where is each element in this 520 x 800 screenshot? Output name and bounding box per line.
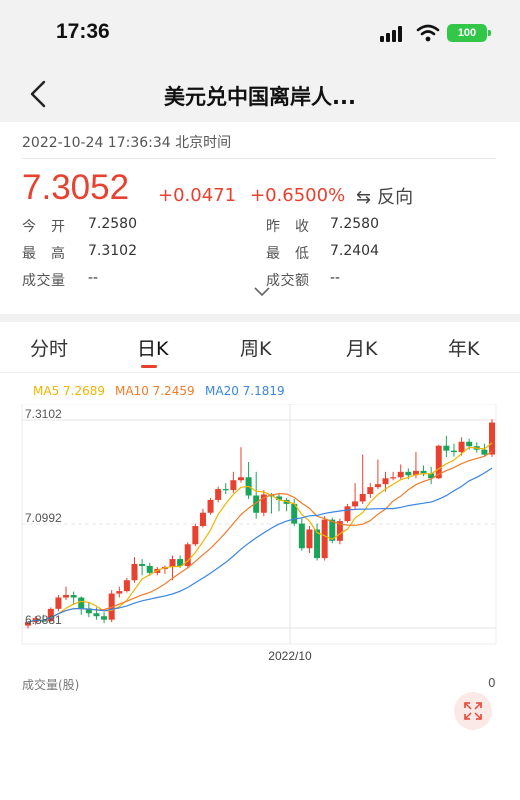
price-change-percent: +0.6500% xyxy=(250,185,346,206)
candle-body xyxy=(139,563,146,566)
chevron-down-icon[interactable] xyxy=(253,284,271,298)
candle-body xyxy=(298,523,305,549)
ma5-label: MA5 7.2689 xyxy=(33,384,105,398)
stat-value-turnover: -- xyxy=(330,270,341,286)
candle-body xyxy=(207,499,214,513)
candle-body xyxy=(63,595,70,598)
ma10-line xyxy=(27,450,493,623)
candle-body xyxy=(70,595,77,598)
stat-label-open: 今 开 xyxy=(22,219,66,235)
stat-label-low: 最 低 xyxy=(266,246,310,262)
stat-label-turnover: 成交额 xyxy=(266,273,310,289)
candle-body xyxy=(93,613,100,617)
volume-axis-zero: 0 xyxy=(488,676,496,690)
candle-body xyxy=(458,441,465,453)
price-change: +0.0471 xyxy=(158,185,237,206)
status-time: 17:36 xyxy=(56,20,110,43)
y-tick-label: 7.0992 xyxy=(25,511,62,525)
candle-body xyxy=(146,565,153,573)
y-tick-label: 7.3102 xyxy=(25,407,62,421)
candle-body xyxy=(359,494,366,502)
kline-chart[interactable]: 7.3102 7.0992 6.8881 2022/10 xyxy=(0,404,520,666)
candle-body xyxy=(230,480,237,491)
candle-body xyxy=(397,471,404,478)
candle-body xyxy=(123,580,130,592)
candle-body xyxy=(169,559,176,567)
stat-value-open: 7.2580 xyxy=(88,216,137,232)
candle-body xyxy=(78,597,85,609)
quote-panel: 2022-10-24 17:36:34 北京时间 7.3052 +0.0471 … xyxy=(0,122,520,314)
candle-body xyxy=(101,616,108,620)
candle-body xyxy=(222,489,229,491)
x-axis-label: 2022/10 xyxy=(268,649,312,663)
volume-title: 成交量(股) xyxy=(22,678,80,692)
stat-value-low: 7.2404 xyxy=(330,243,379,259)
current-price: 7.3052 xyxy=(22,168,130,207)
candle-body xyxy=(344,506,351,522)
candle-body xyxy=(352,501,359,507)
candle-body xyxy=(199,512,206,527)
stat-label-volume: 成交量 xyxy=(22,273,66,289)
candle-body xyxy=(443,445,450,451)
ma20-label: MA20 7.1819 xyxy=(205,384,285,398)
divider xyxy=(0,372,520,373)
stat-value-high: 7.3102 xyxy=(88,243,137,259)
candle-body xyxy=(466,441,473,447)
ma5-line xyxy=(27,442,493,623)
swap-arrows-icon: ⇆ xyxy=(356,187,372,208)
candle-body xyxy=(382,478,389,485)
tab-intraday[interactable]: 分时 xyxy=(30,334,68,361)
expand-icon xyxy=(464,702,482,720)
reverse-pair-button[interactable]: ⇆ 反向 xyxy=(356,183,413,209)
stat-label-high: 最 高 xyxy=(22,246,66,262)
wifi-icon xyxy=(416,24,440,42)
tab-daily-k[interactable]: 日K xyxy=(137,334,168,361)
candle-body xyxy=(405,471,412,476)
tab-yearly-k[interactable]: 年K xyxy=(448,334,479,361)
stat-value-volume: -- xyxy=(88,270,99,286)
active-tab-indicator xyxy=(141,365,157,368)
stat-value-prev-close: 7.2580 xyxy=(330,216,379,232)
nav-bar: 美元兑中国离岸人... xyxy=(0,68,520,122)
stat-label-prev-close: 昨 收 xyxy=(266,219,310,235)
candle-body xyxy=(420,470,427,474)
candle-body xyxy=(489,422,495,455)
candle-body xyxy=(237,477,244,481)
candle-body xyxy=(215,489,222,500)
battery-icon: 100 xyxy=(447,24,491,42)
candle-body xyxy=(450,450,457,453)
candle-body xyxy=(131,563,138,581)
candle-body xyxy=(367,487,374,495)
chart-card: 分时 日K 周K 月K 年K MA5 7.2689 MA10 7.2459 MA… xyxy=(0,322,520,800)
candle-body xyxy=(374,484,381,488)
candle-body xyxy=(306,529,313,549)
y-tick-label: 6.8881 xyxy=(25,613,62,627)
candle-body xyxy=(192,526,199,545)
candle-body xyxy=(116,591,123,594)
page-title: 美元兑中国离岸人... xyxy=(164,85,356,109)
candle-body xyxy=(481,449,488,455)
fullscreen-button[interactable] xyxy=(454,692,492,730)
divider xyxy=(22,158,496,159)
quote-timestamp: 2022-10-24 17:36:34 北京时间 xyxy=(22,135,232,151)
candle-body xyxy=(390,477,397,479)
tab-weekly-k[interactable]: 周K xyxy=(240,334,271,361)
tab-monthly-k[interactable]: 月K xyxy=(346,334,377,361)
candle-body xyxy=(55,597,62,609)
cellular-signal-icon xyxy=(380,26,408,42)
status-bar: 17:36 100 xyxy=(0,0,520,68)
ma10-label: MA10 7.2459 xyxy=(115,384,195,398)
candle-body xyxy=(321,519,328,559)
reverse-label: 反向 xyxy=(377,187,414,208)
